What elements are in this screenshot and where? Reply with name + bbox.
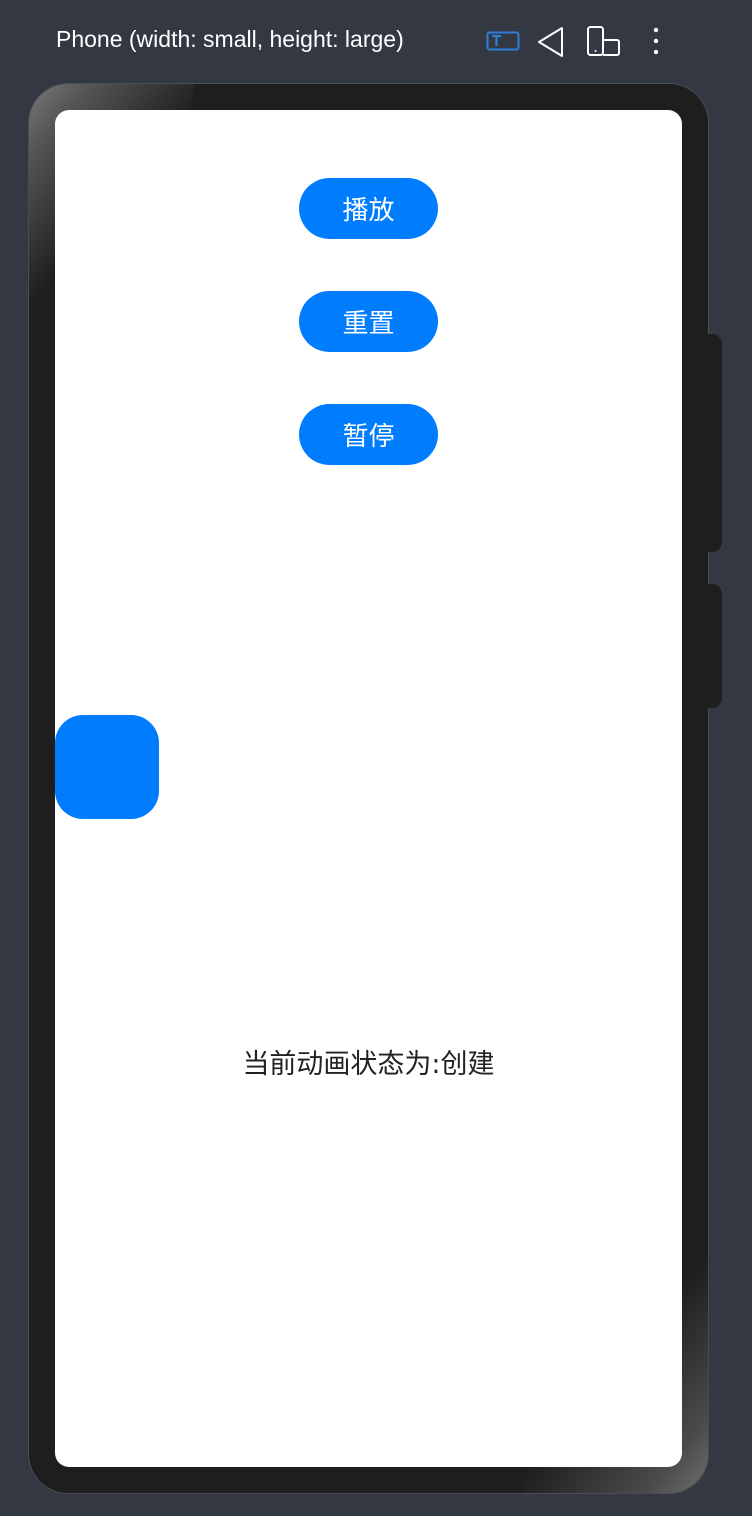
animated-box <box>55 715 159 819</box>
more-icon[interactable] <box>640 24 676 60</box>
previewer-toolbar: Phone (width: small, height: large) <box>0 0 752 82</box>
text-icon[interactable] <box>485 24 521 60</box>
power-side-button <box>708 584 722 708</box>
reset-button[interactable]: 重置 <box>299 291 438 352</box>
rotate-icon[interactable] <box>535 24 571 60</box>
fold-icon[interactable] <box>586 24 622 60</box>
play-button[interactable]: 播放 <box>299 178 438 239</box>
app-screen: 播放 重置 暂停 当前动画状态为:创建 <box>55 110 682 1467</box>
animation-status-text: 当前动画状态为:创建 <box>242 1049 495 1080</box>
pause-button[interactable]: 暂停 <box>299 404 438 465</box>
device-title: Phone (width: small, height: large) <box>56 26 404 52</box>
volume-side-button <box>708 334 722 552</box>
